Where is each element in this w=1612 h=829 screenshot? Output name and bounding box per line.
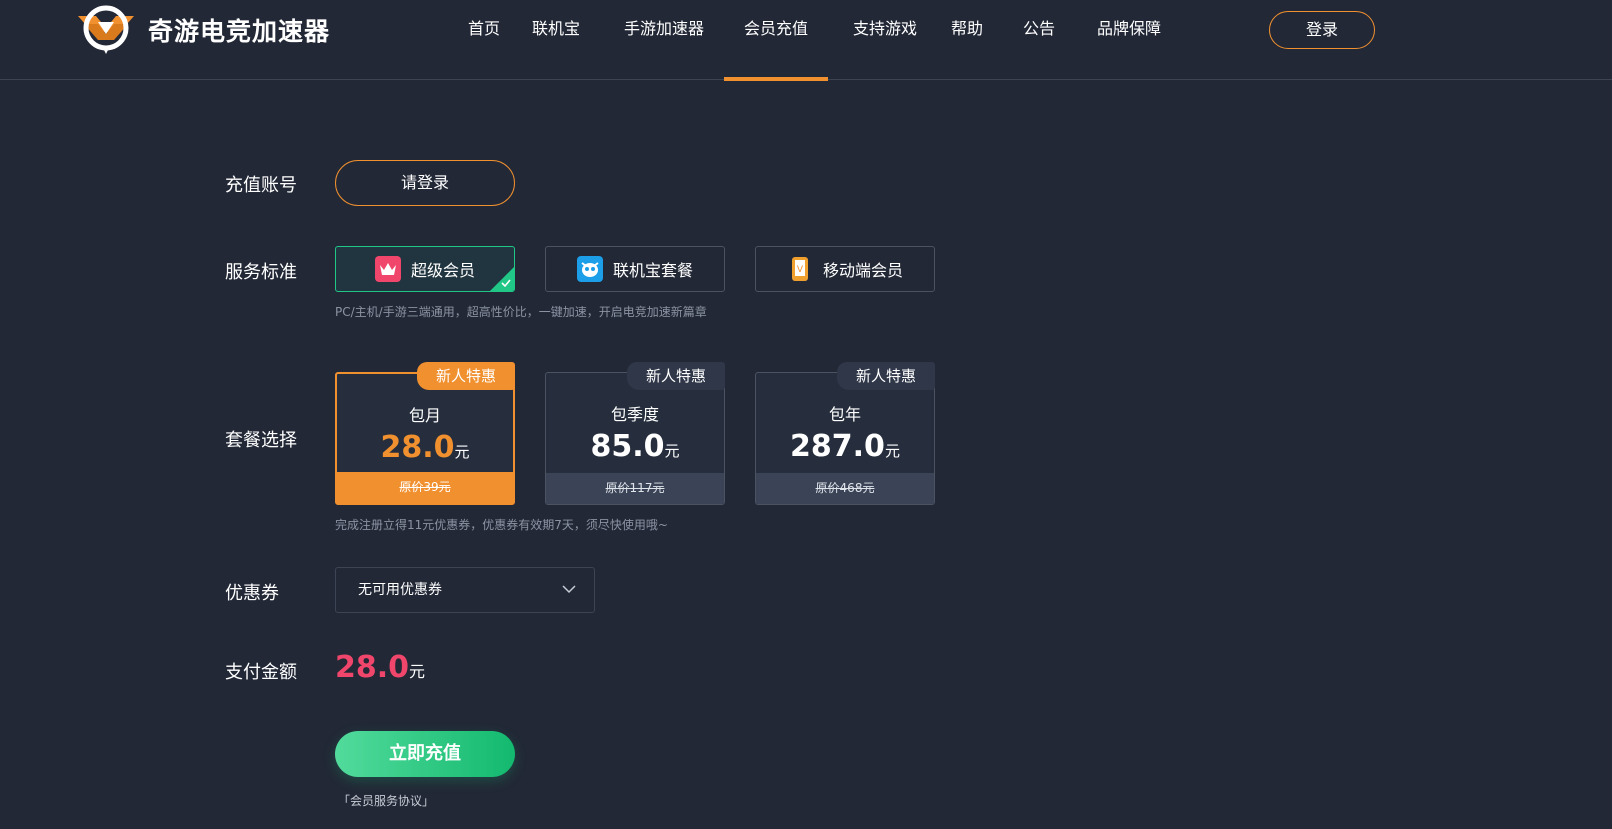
service-label: 服务标准 [225, 262, 297, 283]
recharge-now-button[interactable]: 立即充值 [335, 731, 515, 777]
account-label: 充值账号 [225, 175, 297, 196]
price-value: 85.0 [590, 429, 665, 464]
service-option-lianjibao[interactable]: 联机宝套餐 [545, 246, 725, 292]
mascot-icon [576, 256, 603, 282]
logo-icon [78, 5, 134, 54]
chevron-down-icon [562, 585, 576, 594]
price-value: 287.0 [790, 429, 885, 464]
plan-card-quarterly[interactable]: 新人特惠 包季度 85.0元 原价117元 [545, 362, 725, 505]
price-unit: 元 [664, 442, 680, 460]
service-option-label: 联机宝套餐 [612, 261, 693, 280]
payment-label: 支付金额 [225, 662, 297, 683]
login-button[interactable]: 登录 [1269, 11, 1375, 49]
coupon-selected-value: 无可用优惠券 [358, 582, 442, 598]
coupon-label: 优惠券 [225, 583, 279, 604]
newcomer-badge: 新人特惠 [627, 362, 725, 390]
service-option-mobile-vip[interactable]: V 移动端会员 [755, 246, 935, 292]
nav-mobile-accelerator[interactable]: 手游加速器 [617, 0, 711, 80]
price-unit: 元 [454, 443, 470, 461]
service-hint: PC/主机/手游三端通用，超高性价比，一键加速，开启电竞加速新篇章 [335, 305, 707, 319]
price-value: 28.0 [380, 430, 455, 465]
plan-card-yearly[interactable]: 新人特惠 包年 287.0元 原价468元 [755, 362, 935, 505]
nav-help[interactable]: 帮助 [944, 0, 990, 80]
plan-hint: 完成注册立得11元优惠券，优惠券有效期7天，须尽快使用哦~ [335, 518, 668, 532]
please-login-button[interactable]: 请登录 [335, 160, 515, 206]
check-icon [501, 279, 511, 288]
plan-name: 包月 [408, 406, 441, 425]
crown-icon [374, 256, 401, 282]
price-unit: 元 [884, 442, 900, 460]
service-option-label: 移动端会员 [822, 261, 903, 280]
membership-agreement-link[interactable]: 「会员服务协议」 [338, 792, 434, 809]
nav-announcements[interactable]: 公告 [1016, 0, 1062, 80]
service-option-label: 超级会员 [410, 261, 475, 280]
plan-card-monthly[interactable]: 新人特惠 包月 28.0元 原价39元 [335, 362, 515, 505]
original-price: 原价468元 [756, 473, 934, 504]
nav-supported-games[interactable]: 支持游戏 [844, 0, 926, 80]
payment-unit: 元 [409, 662, 426, 681]
plan-label: 套餐选择 [225, 430, 297, 451]
phone-icon: V [787, 256, 813, 282]
top-header: 奇游电竞加速器 首页 联机宝 手游加速器 会员充值 支持游戏 帮助 公告 品牌保… [0, 0, 1612, 81]
original-price: 原价117元 [546, 473, 724, 504]
brand-logo[interactable]: 奇游电竞加速器 [74, 2, 330, 58]
nav-home[interactable]: 首页 [455, 0, 513, 80]
plan-name: 包季度 [610, 405, 659, 424]
plan-price: 287.0元 [756, 429, 934, 464]
service-option-super-vip[interactable]: 超级会员 [335, 246, 515, 292]
svg-text:V: V [797, 265, 804, 275]
payment-value: 28.0 [335, 650, 410, 685]
newcomer-badge: 新人特惠 [417, 362, 515, 390]
coupon-dropdown[interactable]: 无可用优惠券 [335, 567, 595, 613]
plan-price: 28.0元 [337, 430, 513, 465]
original-price: 原价39元 [337, 472, 513, 503]
nav-brand-guarantee[interactable]: 品牌保障 [1088, 0, 1170, 80]
nav-membership-recharge[interactable]: 会员充值 [724, 0, 828, 81]
plan-name: 包年 [828, 405, 861, 424]
plan-price: 85.0元 [546, 429, 724, 464]
nav-lianjibao[interactable]: 联机宝 [524, 0, 588, 80]
newcomer-badge: 新人特惠 [837, 362, 935, 390]
payment-amount: 28.0元 [335, 650, 425, 685]
logo-text: 奇游电竞加速器 [148, 17, 331, 46]
